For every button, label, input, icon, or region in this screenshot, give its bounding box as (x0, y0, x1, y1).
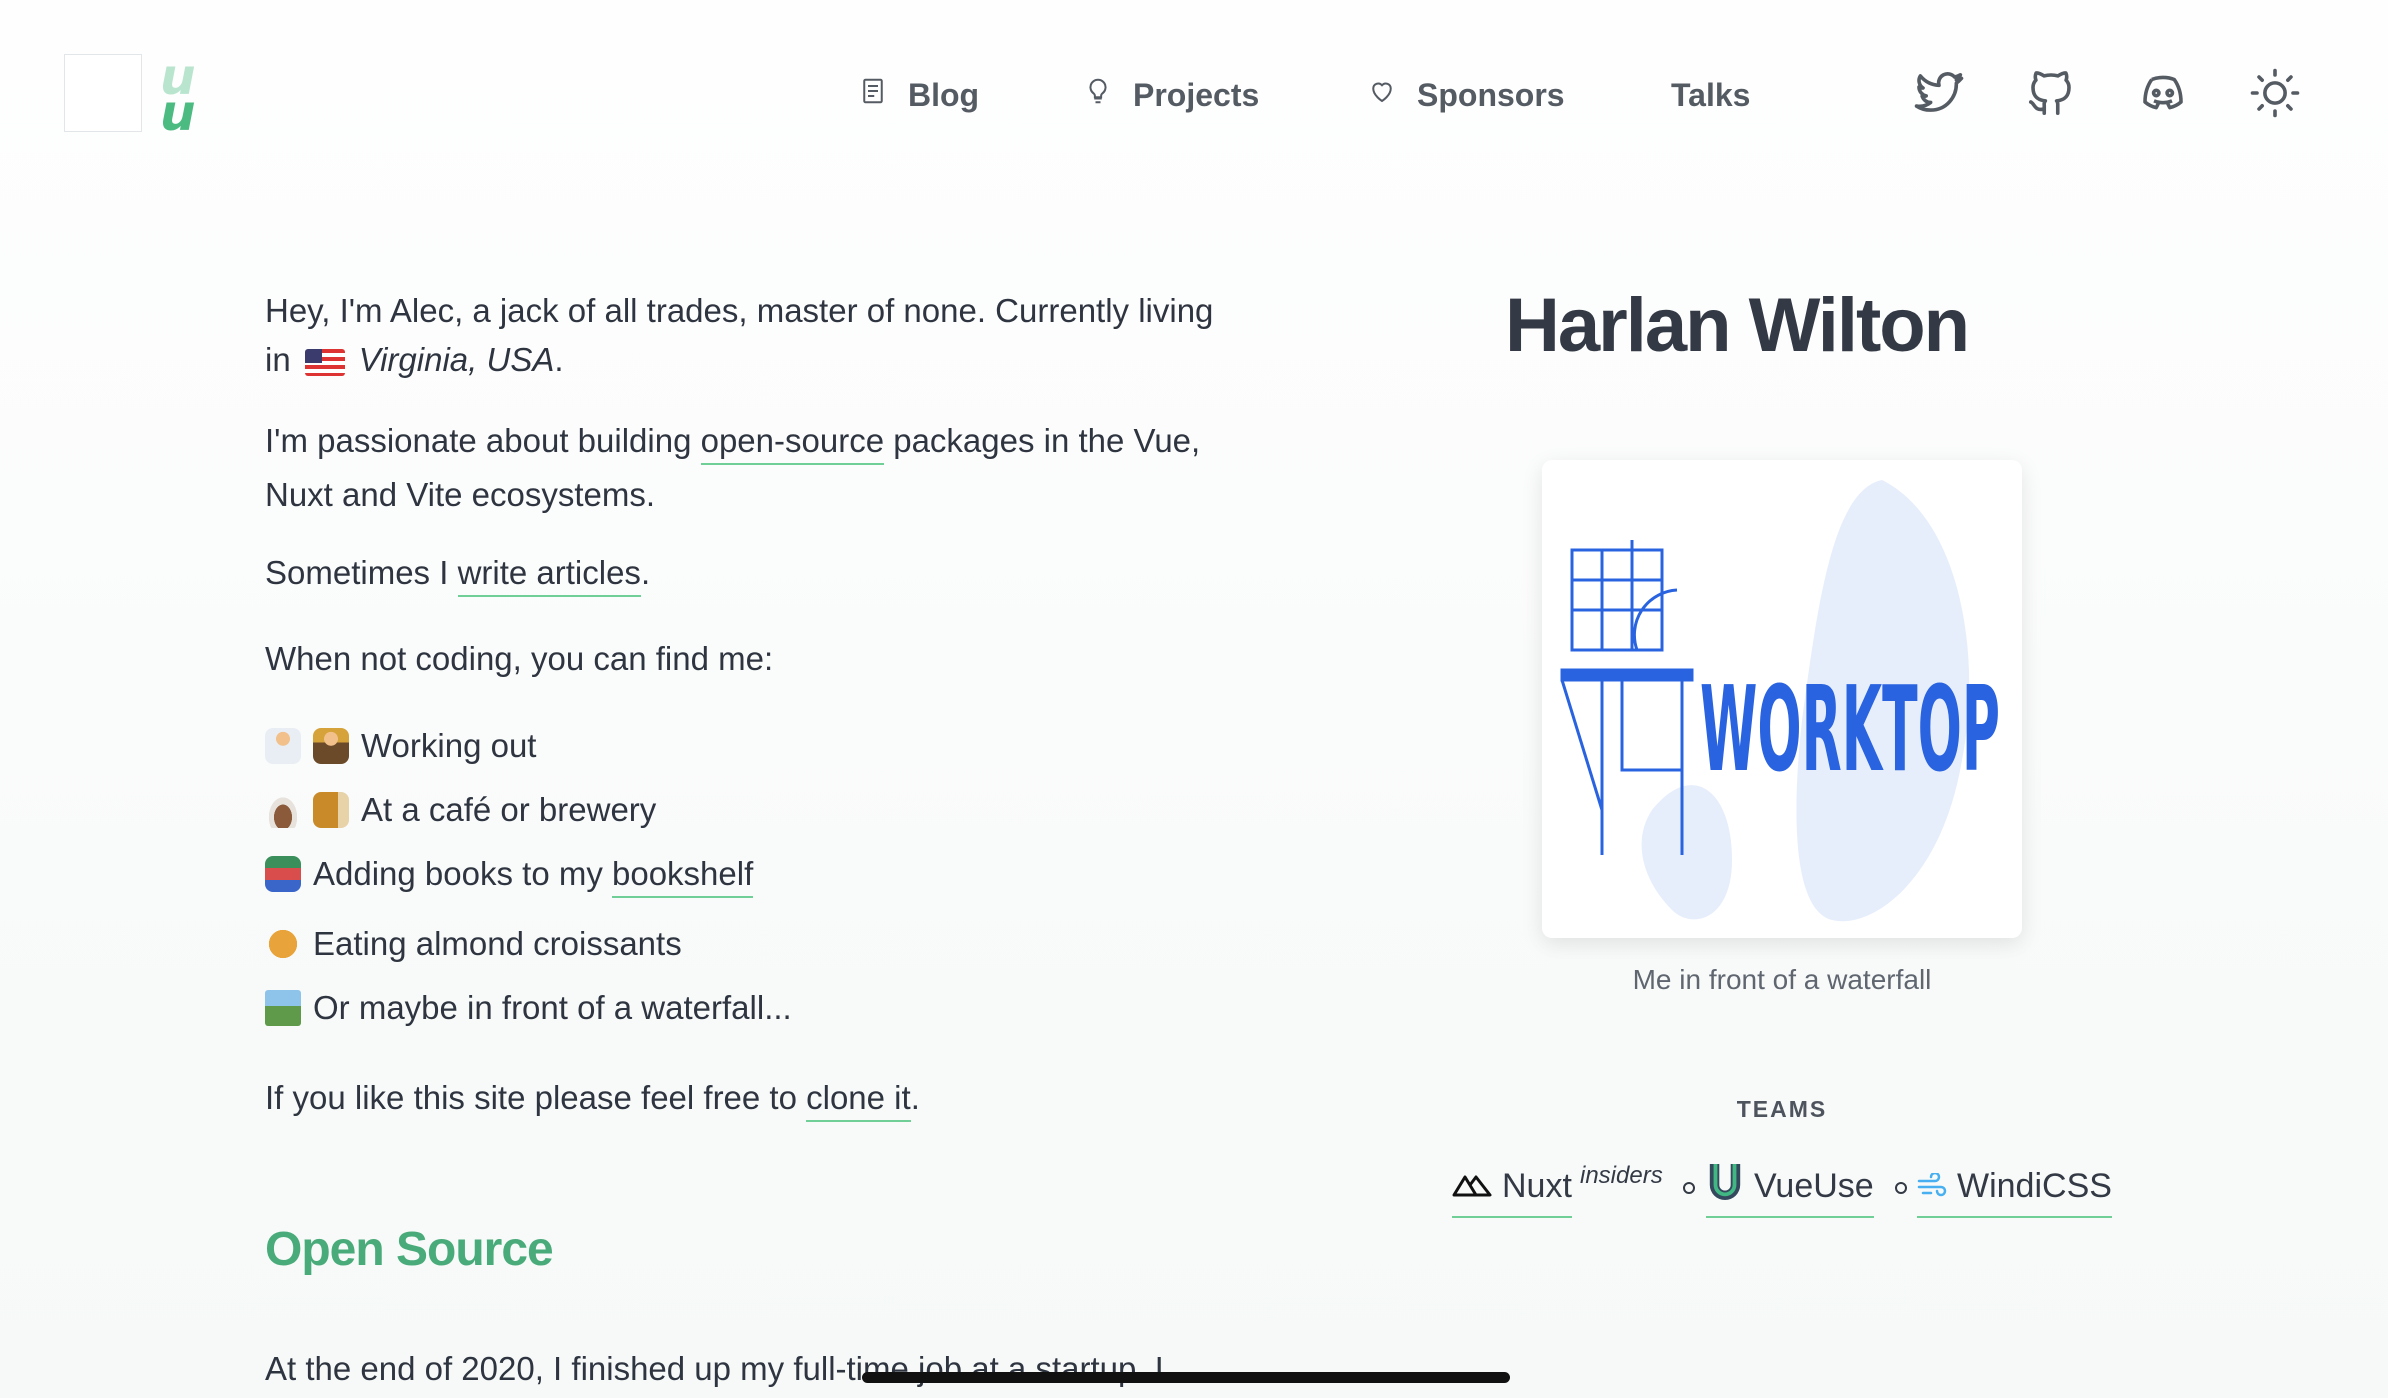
activity-text: At a café or brewery (361, 791, 657, 828)
nav-sponsors-label: Sponsors (1417, 76, 1565, 113)
list-item: Working out (265, 723, 536, 769)
team-vueuse-label: VueUse (1754, 1166, 1874, 1205)
sun-icon[interactable] (2246, 62, 2304, 124)
nav-projects[interactable]: Projects (1083, 72, 1259, 118)
articles-paragraph: Sometimes I write articles. (265, 548, 1265, 597)
nav-talks[interactable]: Talks (1671, 72, 1750, 118)
list-item: Or maybe in front of a waterfall... (265, 985, 792, 1031)
logo-letter-bottom: u (160, 84, 196, 142)
nav-sponsors[interactable]: Sponsors (1367, 72, 1565, 118)
separator-dot (1895, 1182, 1907, 1194)
heart-icon (1367, 76, 1397, 114)
vueuse-icon (1706, 1160, 1744, 1213)
team-windicss-label: WindiCSS (1957, 1166, 2112, 1205)
team-windicss-link[interactable]: WindiCSS (1917, 1160, 2112, 1218)
us-flag-icon (304, 349, 345, 376)
logo-image[interactable] (64, 54, 142, 132)
nav-blog-label: Blog (908, 76, 980, 113)
teams-heading: TEAMS (1736, 1096, 1828, 1122)
profile-image: WORKTOP (1542, 460, 2022, 938)
find-me-text: When not coding, you can find me: (265, 640, 774, 677)
team-nuxt-link[interactable]: Nuxt (1452, 1160, 1572, 1218)
team-vueuse-link[interactable]: VueUse (1706, 1160, 1874, 1218)
intro-in: in (265, 341, 291, 378)
worktop-logo-text: WORKTOP (1700, 660, 2000, 798)
oss-text: I'm passionate about building (265, 422, 701, 459)
oss-text-end: packages in the Vue, (884, 422, 1201, 459)
discord-icon[interactable] (2134, 62, 2192, 124)
image-caption: Me in front of a waterfall (1632, 964, 1932, 995)
beer-emoji (313, 792, 349, 828)
list-item: At a café or brewery (265, 787, 656, 833)
github-icon[interactable] (2022, 62, 2080, 124)
books-emoji (265, 856, 301, 892)
location-text: Virginia, USA (358, 341, 555, 378)
lightbulb-icon (1083, 76, 1113, 114)
activity-text: Or maybe in front of a waterfall... (313, 989, 792, 1026)
find-me-heading: When not coding, you can find me: (265, 634, 1265, 683)
articles-period: . (640, 554, 651, 591)
coffee-emoji (265, 792, 301, 828)
write-articles-link[interactable]: write articles (457, 554, 641, 597)
activity-text: Adding books to my (313, 855, 612, 892)
clone-text: If you like this site please feel free t… (265, 1079, 807, 1116)
list-item: Eating almond croissants (265, 921, 682, 967)
open-source-link[interactable]: open-source (700, 422, 885, 465)
separator-dot (1683, 1182, 1695, 1194)
activity-text: Eating almond croissants (313, 925, 682, 962)
oss-line2: Nuxt and Vite ecosystems. (265, 476, 656, 513)
nav-projects-label: Projects (1133, 76, 1260, 113)
articles-text: Sometimes I (265, 554, 458, 591)
open-source-heading: Open Source (265, 1223, 554, 1276)
clone-paragraph: If you like this site please feel free t… (265, 1073, 1265, 1122)
weightlifting-emoji (313, 728, 349, 764)
landscape-emoji (265, 990, 301, 1026)
profile-name: Harlan Wilton (1505, 283, 1970, 368)
bookshelf-link[interactable]: bookshelf (612, 855, 754, 898)
article-icon (858, 76, 888, 114)
running-emoji (265, 728, 301, 764)
nav-talks-label: Talks (1671, 76, 1751, 113)
windicss-icon (1917, 1167, 1947, 1206)
home-indicator (862, 1372, 1510, 1383)
clone-it-link[interactable]: clone it (806, 1079, 911, 1122)
croissant-emoji (265, 926, 301, 962)
nuxt-icon (1452, 1167, 1492, 1206)
team-nuxt-label: Nuxt (1502, 1166, 1572, 1205)
list-item: Adding books to my bookshelf (265, 851, 754, 898)
intro-line: Hey, I'm Alec, a jack of all trades, mas… (265, 292, 1214, 329)
clone-period: . (910, 1079, 920, 1116)
nav-blog[interactable]: Blog (858, 72, 979, 118)
twitter-icon[interactable] (1910, 62, 1968, 124)
intro-paragraph: Hey, I'm Alec, a jack of all trades, mas… (265, 286, 1265, 384)
activity-text: Working out (361, 727, 537, 764)
oss-paragraph: I'm passionate about building open-sourc… (265, 414, 1265, 522)
location-period: . (554, 341, 564, 378)
nuxt-insiders-label: insiders (1580, 1162, 1663, 1189)
